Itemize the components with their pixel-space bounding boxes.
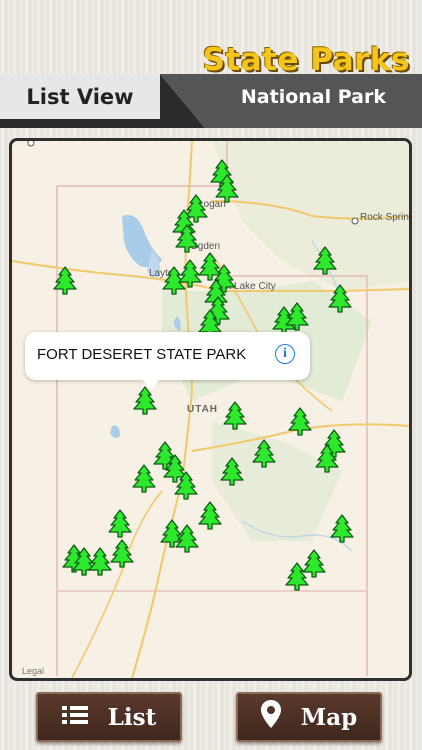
list-button-label: List: [107, 703, 157, 731]
list-view-label: List View: [26, 84, 134, 109]
pine-tree-icon[interactable]: [175, 524, 199, 553]
pine-tree-icon[interactable]: [108, 509, 132, 538]
pine-tree-icon[interactable]: [198, 501, 222, 530]
info-circle-icon[interactable]: i: [275, 344, 295, 364]
map-view[interactable]: Logan Ogden Layton Salt Lake City Rock S…: [12, 141, 409, 678]
pine-tree-icon[interactable]: [285, 562, 309, 591]
legal-link[interactable]: Legal: [22, 666, 44, 676]
list-view-tab[interactable]: List View: [0, 74, 160, 119]
callout-park-name: FORT DESERET STATE PARK: [37, 346, 247, 363]
map-pin-icon: [260, 700, 281, 734]
pine-tree-icon[interactable]: [88, 547, 112, 576]
category-subtitle: National Park: [240, 86, 386, 108]
pine-tree-icon[interactable]: [302, 549, 326, 578]
map-button-label: Map: [300, 703, 358, 731]
city-label-rock-springs: Rock Springs: [360, 212, 409, 223]
callout-pointer: [141, 378, 161, 390]
state-label: UTAH: [187, 404, 218, 415]
pine-tree-icon[interactable]: [133, 386, 157, 415]
pine-tree-icon[interactable]: [223, 401, 247, 430]
pine-tree-icon[interactable]: [330, 514, 354, 543]
map-button[interactable]: Map: [236, 692, 382, 742]
pine-tree-icon[interactable]: [110, 539, 134, 568]
app-title: State Parks: [202, 42, 410, 78]
list-icon: [61, 704, 88, 731]
pine-tree-icon[interactable]: [132, 464, 156, 493]
map-canvas: Logan Ogden Layton Salt Lake City Rock S…: [12, 141, 409, 678]
list-button[interactable]: List: [36, 692, 182, 742]
